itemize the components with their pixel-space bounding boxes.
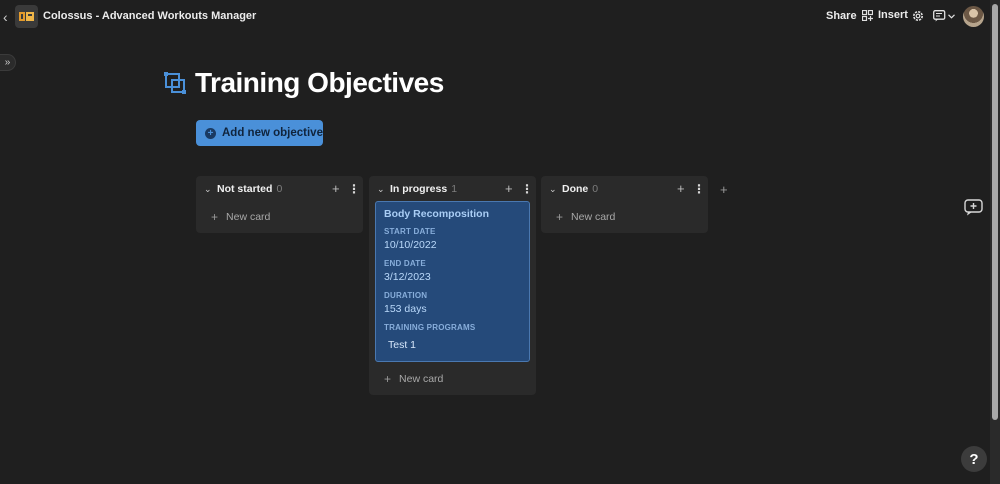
back-chevron-icon[interactable]: ‹ (3, 10, 13, 24)
duration-value: 153 days (384, 303, 427, 315)
new-card-button[interactable]: + New card (541, 206, 708, 228)
new-card-label: New card (226, 211, 271, 223)
board-icon (164, 72, 186, 94)
insert-label: Insert (878, 9, 908, 21)
end-date-value: 3/12/2023 (384, 271, 431, 283)
add-card-plus-icon[interactable]: + (505, 181, 513, 196)
add-column-plus-icon[interactable]: + (720, 182, 728, 197)
add-comment-icon[interactable] (964, 199, 984, 216)
new-card-label: New card (571, 211, 616, 223)
page-title: Training Objectives (195, 67, 444, 98)
objective-card[interactable]: Body Recomposition START DATE 10/10/2022… (375, 201, 530, 362)
collapse-chevron-icon[interactable]: ⌄ (377, 184, 385, 195)
add-new-objective-button[interactable]: + Add new objective (196, 120, 323, 146)
start-date-value: 10/10/2022 (384, 239, 437, 251)
colossus-logo-icon (19, 12, 34, 21)
column-title: In progress 1 (390, 183, 457, 195)
comments-menu[interactable] (933, 10, 955, 22)
more-vertical-icon[interactable]: ⋮ (693, 182, 705, 196)
training-program-tag[interactable]: Test 1 (384, 338, 420, 352)
collapse-chevron-icon[interactable]: ⌄ (549, 184, 557, 195)
column-in-progress: ⌄ In progress 1 + ⋮ Body Recomposition ST… (369, 176, 536, 395)
gear-icon[interactable] (911, 9, 925, 23)
share-button[interactable]: Share (826, 10, 857, 22)
add-new-objective-label: Add new objective (222, 127, 323, 139)
column-count: 0 (276, 183, 283, 195)
more-vertical-icon[interactable]: ⋮ (521, 182, 533, 196)
start-date-label: START DATE (384, 227, 436, 236)
column-name: Not started (217, 183, 273, 195)
card-title: Body Recomposition (384, 208, 490, 220)
column-title: Done 0 (562, 183, 598, 195)
expand-sidebar-icon[interactable]: » (0, 54, 16, 71)
column-header: ⌄ Not started 0 + ⋮ (196, 176, 363, 201)
doc-title[interactable]: Colossus - Advanced Workouts Manager (43, 10, 256, 22)
app-logo[interactable] (15, 5, 38, 28)
new-card-button[interactable]: + New card (369, 368, 536, 390)
training-programs-label: TRAINING PROGRAMS (384, 323, 476, 332)
end-date-label: END DATE (384, 259, 426, 268)
plus-icon: + (384, 372, 392, 386)
new-card-label: New card (399, 373, 444, 385)
column-count: 0 (592, 183, 599, 195)
scrollbar-thumb[interactable] (992, 4, 998, 420)
column-name: In progress (390, 183, 448, 195)
collapse-chevron-icon[interactable]: ⌄ (204, 184, 212, 195)
help-button[interactable]: ? (961, 446, 987, 472)
more-vertical-icon[interactable]: ⋮ (348, 182, 360, 196)
new-card-button[interactable]: + New card (196, 206, 363, 228)
grid-icon (862, 9, 873, 21)
avatar[interactable] (963, 6, 984, 27)
column-name: Done (562, 183, 589, 195)
add-card-plus-icon[interactable]: + (677, 181, 685, 196)
chevron-down-icon (948, 13, 955, 19)
top-bar: ‹ Colossus - Advanced Workouts Manager S… (0, 0, 990, 33)
plus-circle-icon: + (205, 127, 216, 139)
column-header: ⌄ Done 0 + ⋮ (541, 176, 708, 201)
plus-icon: + (556, 210, 564, 224)
column-count: 1 (451, 183, 458, 195)
comment-icon (933, 10, 946, 22)
insert-button[interactable]: Insert (862, 9, 908, 21)
add-card-plus-icon[interactable]: + (332, 181, 340, 196)
duration-label: DURATION (384, 291, 428, 300)
column-header: ⌄ In progress 1 + ⋮ (369, 176, 536, 201)
column-title: Not started 0 (217, 183, 282, 195)
plus-icon: + (211, 210, 219, 224)
column-done: ⌄ Done 0 + ⋮ + New card (541, 176, 708, 233)
column-not-started: ⌄ Not started 0 + ⋮ + New card (196, 176, 363, 233)
scrollbar[interactable] (990, 0, 1000, 484)
